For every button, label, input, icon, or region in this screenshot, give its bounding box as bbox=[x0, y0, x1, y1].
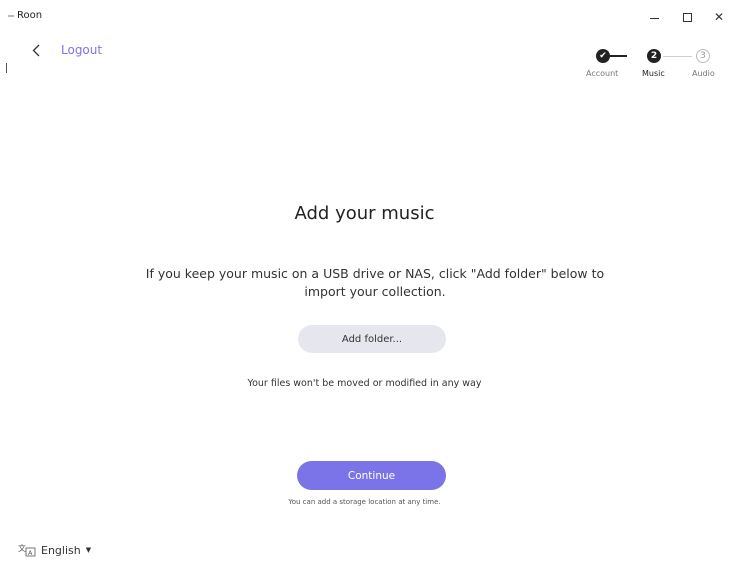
minimize-icon bbox=[649, 17, 659, 19]
logout-link[interactable]: Logout bbox=[61, 43, 102, 57]
title-bar: Roon ✕ bbox=[0, 0, 729, 30]
language-selector[interactable]: 文 A English ▼ bbox=[17, 543, 91, 557]
page-title: Add your music bbox=[294, 203, 435, 224]
step-account-marker: ✔ bbox=[596, 49, 610, 63]
chevron-down-icon: ▼ bbox=[85, 546, 92, 554]
step-music-marker: 2 bbox=[647, 49, 661, 63]
back-button[interactable] bbox=[27, 40, 45, 60]
files-note: Your files won't be moved or modified in… bbox=[247, 378, 482, 389]
close-button[interactable]: ✕ bbox=[705, 6, 729, 28]
page-description: If you keep your music on a USB drive or… bbox=[145, 266, 605, 299]
translate-icon: 文 A bbox=[18, 543, 36, 557]
minimize-button[interactable] bbox=[640, 6, 668, 28]
add-folder-button[interactable]: Add folder... bbox=[298, 325, 446, 353]
setup-stepper: ✔ 2 3 Account Music Audio bbox=[580, 47, 725, 87]
step-account-label: Account bbox=[586, 69, 619, 78]
app-icon bbox=[8, 15, 14, 17]
step-audio-label: Audio bbox=[692, 69, 715, 78]
step-audio-marker: 3 bbox=[696, 49, 710, 63]
chevron-left-icon bbox=[32, 44, 40, 56]
svg-text:文: 文 bbox=[18, 543, 26, 553]
language-label: English bbox=[41, 543, 81, 557]
storage-note: You can add a storage location at any ti… bbox=[288, 498, 441, 506]
step-connector bbox=[663, 56, 692, 57]
close-icon: ✕ bbox=[713, 10, 725, 24]
window-title: Roon bbox=[17, 10, 43, 21]
step-music-label: Music bbox=[642, 69, 665, 78]
maximize-icon bbox=[682, 12, 692, 22]
maximize-button[interactable] bbox=[673, 6, 701, 28]
window-edge-mark bbox=[6, 63, 7, 73]
continue-button[interactable]: Continue bbox=[297, 461, 446, 490]
svg-text:A: A bbox=[28, 549, 33, 557]
